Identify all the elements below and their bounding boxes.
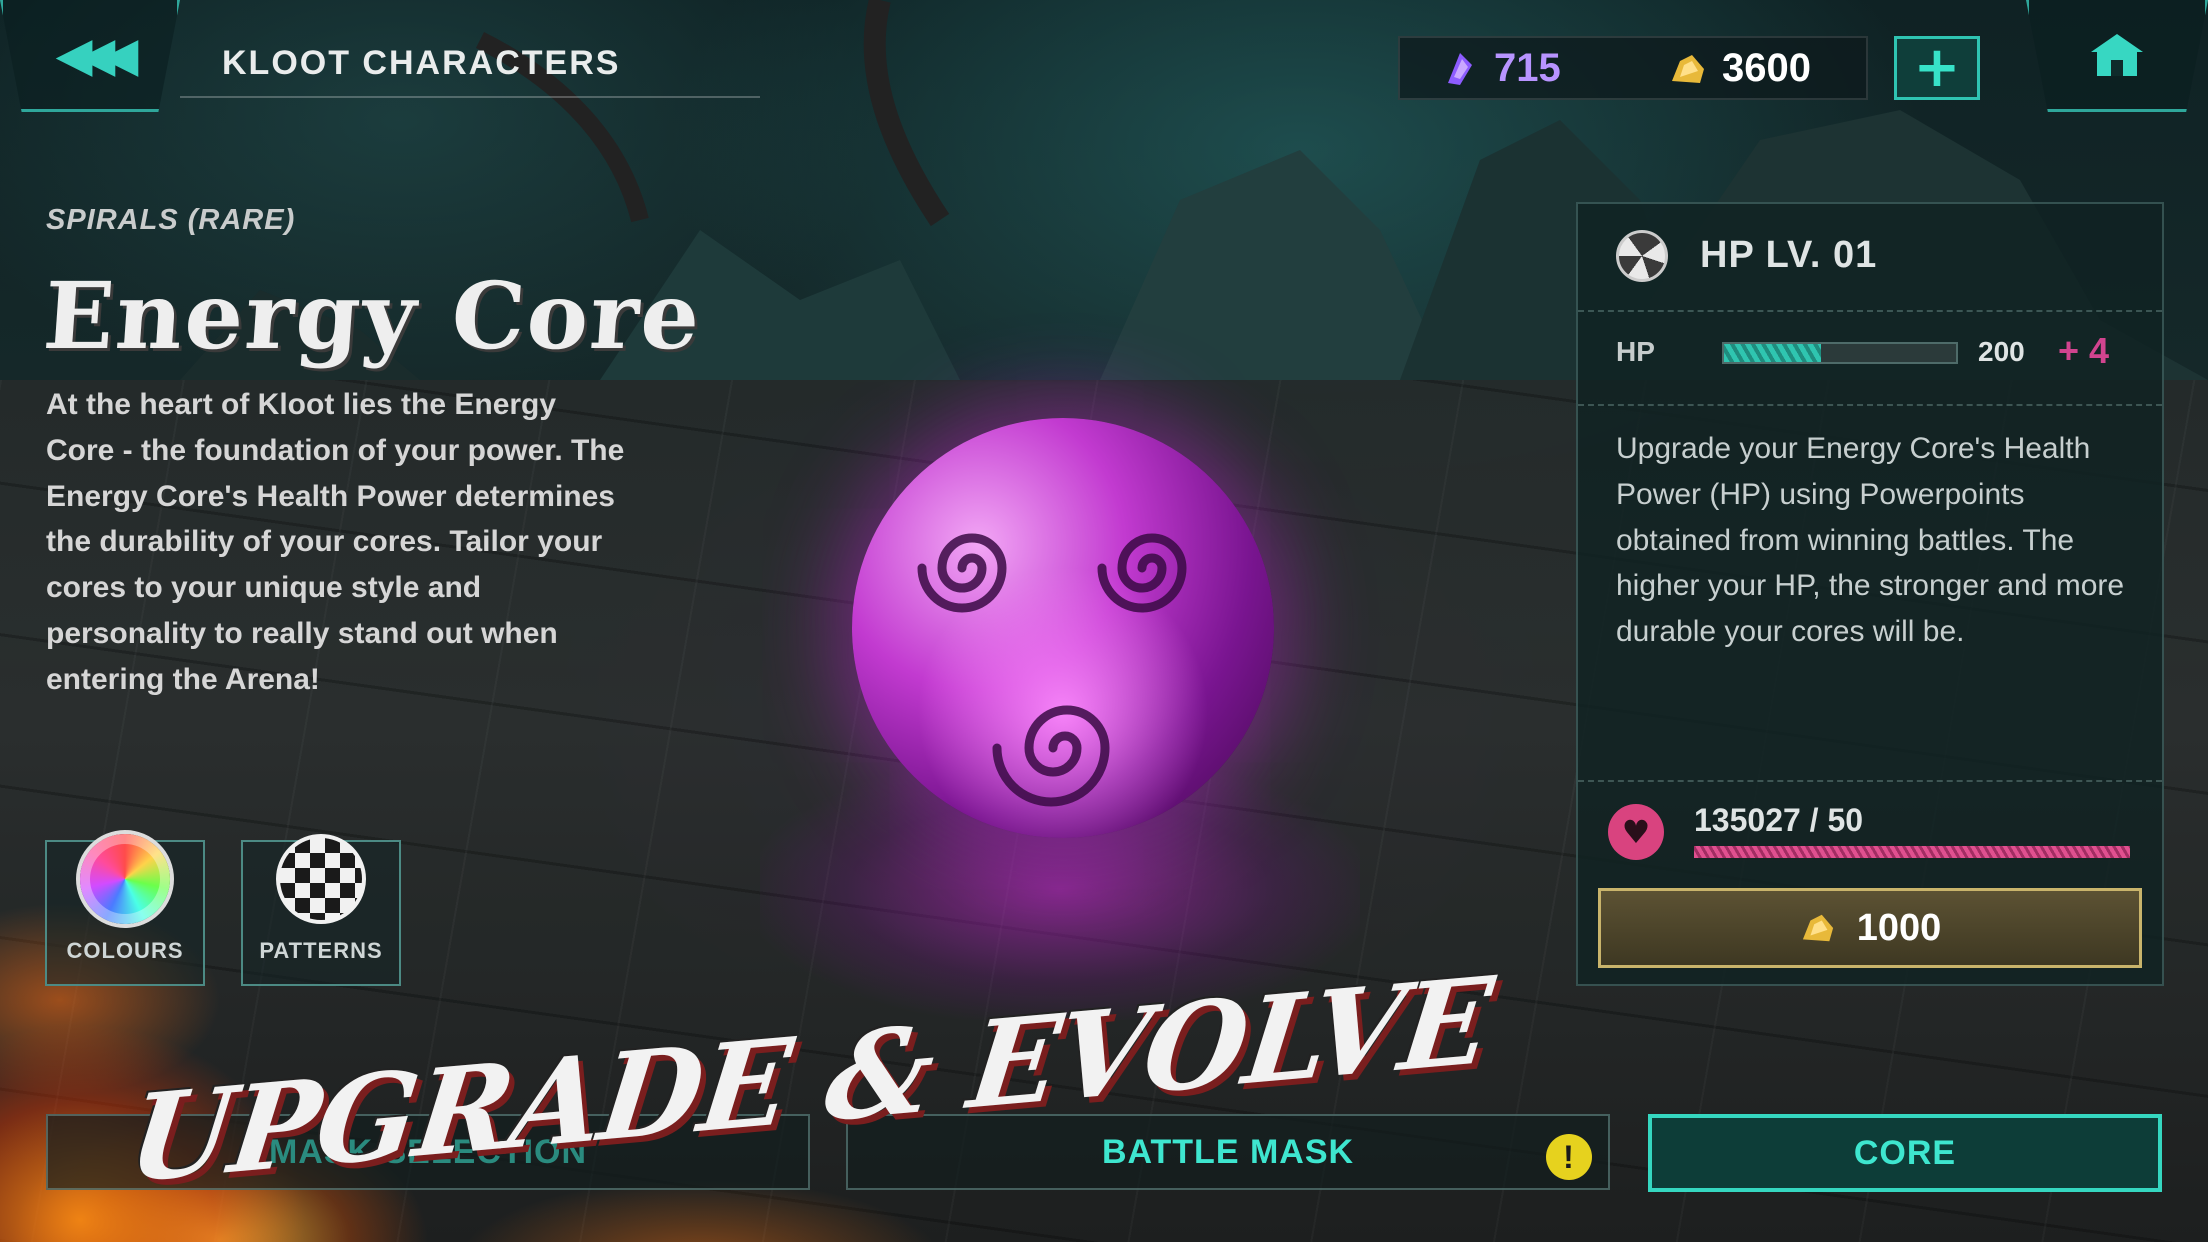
hp-label: HP [1616, 336, 1655, 367]
spiral-pattern [917, 533, 1187, 807]
hp-core-icon [1616, 230, 1668, 282]
colour-wheel-icon [80, 834, 170, 924]
colours-button[interactable]: COLOURS [45, 834, 205, 986]
divider [1578, 310, 2162, 312]
upgrade-buy-button[interactable]: 1000 [1598, 888, 2142, 968]
hp-progress-bar [1722, 342, 1958, 364]
gem-counter: 715 [1440, 46, 1561, 91]
add-currency-button[interactable]: + [1894, 36, 1980, 100]
powerpoints-progress-bar [1694, 846, 2130, 858]
hp-value: 200 [1978, 336, 2025, 367]
home-button[interactable] [2026, 0, 2208, 112]
hp-bonus: + 4 [2058, 330, 2110, 371]
item-rarity: SPIRALS (RARE) [46, 204, 296, 236]
hp-progress-fill [1724, 344, 1822, 362]
pattern-ball-icon [276, 834, 366, 924]
gold-nugget-icon [1672, 54, 1704, 83]
powerpoints-count: 135027 / 50 [1694, 802, 1864, 838]
patterns-label: PATTERNS [259, 938, 383, 963]
divider [1578, 404, 2162, 406]
title-underline [180, 96, 760, 98]
exclamation-icon: ! [1546, 1134, 1592, 1180]
gold-amount: 3600 [1722, 46, 1811, 90]
gem-icon [1448, 52, 1472, 85]
plus-icon: + [1913, 35, 1961, 100]
upgrade-description: Upgrade your Energy Core's Health Power … [1616, 432, 2125, 649]
hp-level-title: HP LV. 01 [1700, 234, 1878, 276]
home-icon [2091, 33, 2143, 76]
divider [1578, 780, 2162, 782]
gold-counter: 3600 [1668, 46, 1811, 91]
gem-amount: 715 [1494, 46, 1561, 90]
item-description: At the heart of Kloot lies the Energy Co… [46, 388, 625, 696]
screen-title: KLOOT CHARACTERS [222, 44, 621, 82]
energy-core-orb[interactable] [852, 418, 1274, 838]
colours-label: COLOURS [66, 938, 184, 963]
patterns-button[interactable]: PATTERNS [241, 834, 401, 986]
gold-nugget-icon [1802, 914, 1833, 942]
back-button[interactable]: ◀◀◀ [0, 0, 180, 112]
triple-chevron-left-icon: ◀◀◀ [55, 26, 139, 83]
tab-core[interactable]: CORE [1648, 1114, 2162, 1192]
upgrade-cost: 1000 [1856, 906, 1942, 949]
tab-label: BATTLE MASK [1101, 1132, 1355, 1171]
item-name: Energy Core [40, 262, 706, 370]
tab-label: CORE [1853, 1133, 1957, 1172]
upgrade-panel: HP LV. 01 HP 200 + 4 Upgrade your Energy… [1576, 202, 2164, 986]
heart-icon: ♥ [1608, 804, 1664, 860]
powerpoints-progress-fill [1694, 846, 2130, 858]
